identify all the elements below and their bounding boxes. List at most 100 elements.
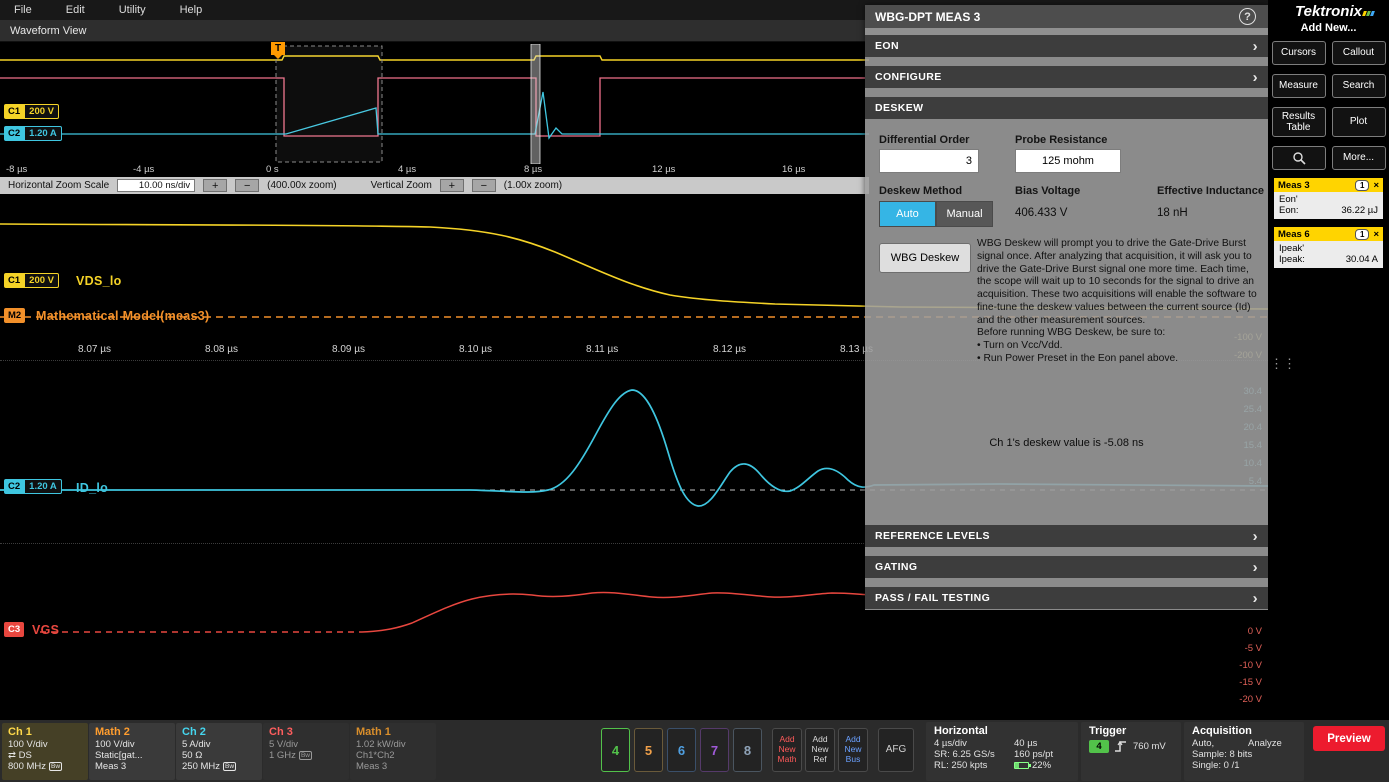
effective-inductance-label: Effective Inductance (1157, 185, 1264, 197)
deskew-bullet-1: • Turn on Vcc/Vdd. (977, 340, 1062, 351)
section-pass-fail[interactable]: PASS / FAIL TESTING › (865, 587, 1268, 609)
section-gating[interactable]: GATING › (865, 556, 1268, 578)
time-label: 8.10 µs (459, 344, 492, 355)
ch3-badge[interactable]: C3 (4, 622, 24, 637)
menu-help[interactable]: Help (180, 4, 203, 16)
vzoom-minus-button[interactable]: − (472, 179, 496, 192)
add-new-label: Add New... (1268, 22, 1389, 34)
math2-setting-badge[interactable]: Math 2 100 V/div Static[gat... Meas 3 (89, 723, 175, 780)
channel-6-button[interactable]: 6 (667, 728, 696, 772)
section-eon[interactable]: EON › (865, 35, 1268, 57)
measure-button[interactable]: Measure (1272, 74, 1326, 98)
hzoom-minus-button[interactable]: − (235, 179, 259, 192)
add-new-bus-button[interactable]: Add New Bus (838, 728, 868, 772)
ds-icon: ⇄ (8, 750, 16, 761)
add-math-line3: Math (778, 755, 797, 765)
time-label: 8.07 µs (78, 344, 111, 355)
vzoom-plus-button[interactable]: + (440, 179, 464, 192)
zoom-search-button[interactable] (1272, 146, 1326, 170)
panel-title: WBG-DPT MEAS 3 (875, 10, 980, 24)
search-button[interactable]: Search (1332, 74, 1386, 98)
ch1-id: C1 (4, 273, 24, 288)
section-deskew[interactable]: DESKEW (865, 97, 1268, 119)
menu-edit[interactable]: Edit (66, 4, 85, 16)
meas6-title: Meas 6 (1278, 229, 1310, 240)
callout-button[interactable]: Callout (1332, 41, 1386, 65)
trigger-marker-icon[interactable]: T (271, 42, 285, 55)
rising-edge-icon (1114, 739, 1128, 753)
meas3-result-badge[interactable]: Meas 3 1 × Eon' Eon: 36.22 µJ (1274, 178, 1383, 219)
meas6-result-badge[interactable]: Meas 6 1 × Ipeak' Ipeak: 30.04 A (1274, 227, 1383, 268)
more-button[interactable]: More... (1332, 146, 1386, 170)
deskew-auto-button[interactable]: Auto (879, 201, 936, 227)
help-icon[interactable]: ? (1239, 8, 1256, 25)
ch2-name: Ch 2 (182, 726, 256, 738)
math1-name: Math 1 (356, 726, 430, 738)
meas3-count-badge: 1 (1355, 180, 1369, 191)
menu-file[interactable]: File (14, 4, 32, 16)
section-configure[interactable]: CONFIGURE › (865, 66, 1268, 88)
horizontal-zoom-scale-field[interactable]: 10.00 ns/div (117, 179, 195, 192)
vds-label: VDS_lo (76, 274, 122, 288)
acquisition-settings-badge[interactable]: Acquisition Auto,Analyze Sample: 8 bits … (1184, 722, 1304, 781)
meas3-close-icon[interactable]: × (1373, 180, 1379, 191)
channel-8-button[interactable]: 8 (733, 728, 762, 772)
overview-ch2-badge[interactable]: C2 1.20 A (4, 126, 62, 141)
panel-title-bar[interactable]: WBG-DPT MEAS 3 ? (865, 5, 1268, 28)
math2-id: M2 (4, 308, 25, 323)
ch2-scale: 1.20 A (24, 479, 62, 494)
add-new-ref-button[interactable]: Add New Ref (805, 728, 835, 772)
section-eon-label: EON (875, 40, 899, 52)
afg-label: AFG (886, 744, 907, 756)
probe-resistance-label: Probe Resistance (1015, 134, 1107, 146)
math1-setting-badge[interactable]: Math 1 1.02 kW/div Ch1*Ch2 Meas 3 (350, 723, 436, 780)
overview-ch2-scale: 1.20 A (24, 126, 62, 141)
time-label: 8.12 µs (713, 344, 746, 355)
math2-badge[interactable]: M2 (4, 308, 25, 323)
waveform-view-label: Waveform View (10, 25, 86, 37)
acquisition-sample: Sample: 8 bits (1192, 749, 1296, 760)
ch2-setting-badge[interactable]: Ch 2 5 A/div 50 Ω 250 MHzBw (176, 723, 262, 780)
menu-utility[interactable]: Utility (119, 4, 146, 16)
trigger-title: Trigger (1089, 725, 1173, 737)
meas6-close-icon[interactable]: × (1373, 229, 1379, 240)
acquisition-overview[interactable]: T C1 200 V C2 1.20 A -8 µs -4 µs 0 s 4 µ… (0, 42, 869, 177)
afg-button[interactable]: AFG (878, 728, 914, 772)
trigger-settings-badge[interactable]: Trigger 4 760 mV (1081, 722, 1181, 781)
ch2-badge[interactable]: C2 1.20 A (4, 479, 62, 494)
meas3-key: Eon: (1279, 205, 1299, 216)
hzoom-factor: (400.00x zoom) (267, 180, 336, 191)
channel-5-button[interactable]: 5 (634, 728, 663, 772)
plot-button[interactable]: Plot (1332, 107, 1386, 137)
ch3-id: C3 (4, 622, 24, 637)
channel-7-button[interactable]: 7 (700, 728, 729, 772)
differential-order-input[interactable] (879, 149, 979, 173)
deskew-manual-button[interactable]: Manual (936, 201, 993, 227)
results-table-button[interactable]: Results Table (1272, 107, 1326, 137)
bias-voltage-label: Bias Voltage (1015, 185, 1080, 197)
deskew-value-note: Ch 1's deskew value is -5.08 ns (865, 437, 1268, 449)
tektronix-logo: Tektronix (1268, 3, 1389, 20)
math1-meas: Meas 3 (356, 761, 430, 772)
chevron-right-icon: › (1253, 591, 1258, 606)
ch1-badge[interactable]: C1 200 V (4, 273, 59, 288)
cursors-button[interactable]: Cursors (1272, 41, 1326, 65)
wbg-deskew-button[interactable]: WBG Deskew (879, 243, 971, 273)
ch1-setting-badge[interactable]: Ch 1 100 V/div ⇄ DS 800 MHzBw (2, 723, 88, 780)
channel-4-button[interactable]: 4 (601, 728, 630, 772)
section-pass-fail-label: PASS / FAIL TESTING (875, 592, 990, 604)
overview-time-label: 4 µs (398, 164, 416, 175)
acquisition-mode: Auto, (1192, 738, 1214, 749)
hzoom-plus-button[interactable]: + (203, 179, 227, 192)
panel-drag-handle[interactable]: ⋮⋮ (1270, 360, 1296, 367)
probe-resistance-input[interactable] (1015, 149, 1121, 173)
section-reference-levels[interactable]: REFERENCE LEVELS › (865, 525, 1268, 547)
preview-button[interactable]: Preview (1313, 726, 1385, 751)
acquisition-title: Acquisition (1192, 725, 1296, 737)
acquisition-single: Single: 0 /1 (1192, 760, 1296, 771)
ch3-setting-badge[interactable]: Ch 3 5 V/div 1 GHzBw (263, 723, 349, 780)
time-label: 8.11 µs (586, 344, 618, 355)
horizontal-settings-badge[interactable]: Horizontal 4 µs/div40 µs SR: 6.25 GS/s16… (926, 722, 1078, 781)
overview-ch1-badge[interactable]: C1 200 V (4, 104, 59, 119)
add-new-math-button[interactable]: Add New Math (772, 728, 802, 772)
